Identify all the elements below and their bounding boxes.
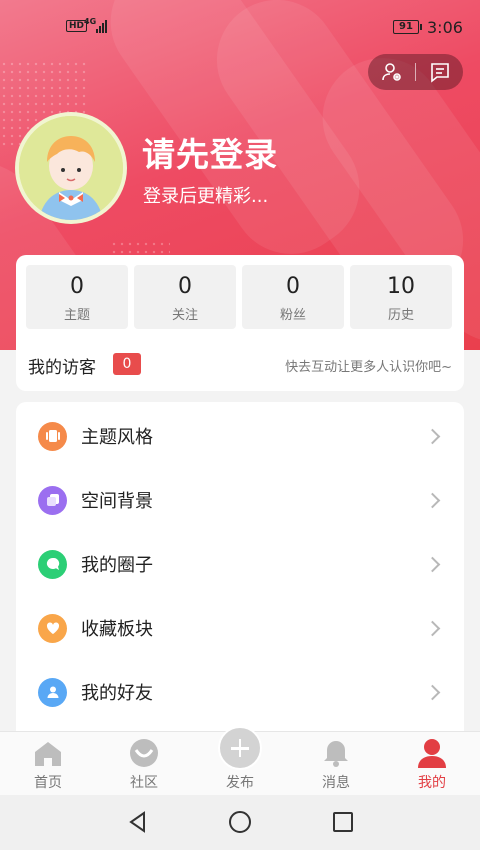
stat-followers[interactable]: 0 粉丝 xyxy=(242,265,344,329)
status-bar: HD 4G 91 3:06 xyxy=(0,0,480,58)
menu-item-background[interactable]: 空间背景 xyxy=(16,468,464,532)
home-circle-icon[interactable] xyxy=(227,809,253,835)
user-settings-button[interactable] xyxy=(368,54,415,90)
default-avatar-icon xyxy=(19,116,123,220)
stat-value: 0 xyxy=(286,274,300,299)
chevron-right-icon xyxy=(424,492,441,508)
login-title[interactable]: 请先登录 xyxy=(142,128,278,176)
stat-value: 0 xyxy=(178,274,192,299)
tab-label: 消息 xyxy=(322,775,350,791)
clock: 3:06 xyxy=(427,18,463,37)
recents-icon[interactable] xyxy=(330,809,356,835)
menu-item-favorites[interactable]: 收藏板块 xyxy=(16,596,464,660)
stat-following[interactable]: 0 关注 xyxy=(134,265,236,329)
menu-item-label: 主题风格 xyxy=(81,427,153,448)
login-subtitle: 登录后更精彩... xyxy=(143,186,269,207)
stat-topics[interactable]: 0 主题 xyxy=(26,265,128,329)
menu-item-friends[interactable]: 我的好友 xyxy=(16,660,464,724)
menu-item-label: 我的好友 xyxy=(81,683,153,704)
tab-label: 我的 xyxy=(418,775,446,791)
bell-icon xyxy=(324,741,348,767)
visitors-label[interactable]: 我的访客 xyxy=(28,353,96,378)
stat-value: 0 xyxy=(70,274,84,299)
menu-item-circles[interactable]: 我的圈子 xyxy=(16,532,464,596)
stat-label: 关注 xyxy=(171,308,198,323)
theme-icon xyxy=(38,421,67,451)
menu-item-label: 我的圈子 xyxy=(81,555,153,576)
tab-label: 首页 xyxy=(34,775,62,791)
menu-item-label: 收藏板块 xyxy=(81,619,153,640)
profile-icon xyxy=(418,739,446,768)
chat-circle-icon xyxy=(38,549,67,579)
back-icon[interactable] xyxy=(125,809,151,835)
tab-label: 发布 xyxy=(226,775,254,791)
chevron-right-icon xyxy=(424,620,441,636)
stat-value: 10 xyxy=(387,274,415,299)
signal-icon xyxy=(96,19,107,33)
visitors-count-badge: 0 xyxy=(113,353,141,375)
plus-icon[interactable] xyxy=(218,726,262,770)
stat-history[interactable]: 10 历史 xyxy=(350,265,452,329)
system-nav-bar xyxy=(0,795,480,850)
message-icon xyxy=(430,63,449,83)
community-icon xyxy=(130,739,158,767)
background-icon xyxy=(38,485,67,515)
user-settings-icon xyxy=(381,63,401,81)
heart-icon xyxy=(38,613,67,643)
chevron-right-icon xyxy=(424,684,441,700)
stat-label: 主题 xyxy=(63,308,90,323)
menu-card: 主题风格 空间背景 我的圈子 收藏板块 我的好友 xyxy=(16,402,464,742)
stat-label: 粉丝 xyxy=(279,308,306,323)
menu-item-theme[interactable]: 主题风格 xyxy=(16,404,464,468)
tab-profile[interactable]: 我的 xyxy=(397,732,467,796)
battery-icon: 91 xyxy=(393,20,422,34)
home-icon xyxy=(35,742,61,766)
chevron-right-icon xyxy=(424,428,441,444)
network-type: 4G xyxy=(84,17,97,26)
stats-card: 0 主题 0 关注 0 粉丝 10 历史 我的访客 0 快去互动让更多人认识你吧… xyxy=(16,255,464,391)
tab-home[interactable]: 首页 xyxy=(13,732,83,796)
visitors-hint: 快去互动让更多人认识你吧~ xyxy=(285,360,452,375)
header-actions xyxy=(368,54,463,90)
menu-item-label: 空间背景 xyxy=(81,491,153,512)
tab-community[interactable]: 社区 xyxy=(109,732,179,796)
avatar[interactable] xyxy=(15,112,127,224)
chevron-right-icon xyxy=(424,556,441,572)
tab-messages[interactable]: 消息 xyxy=(301,732,371,796)
message-button[interactable] xyxy=(416,54,463,90)
friend-icon xyxy=(38,677,67,707)
tab-label: 社区 xyxy=(130,775,158,791)
stat-label: 历史 xyxy=(387,308,414,323)
